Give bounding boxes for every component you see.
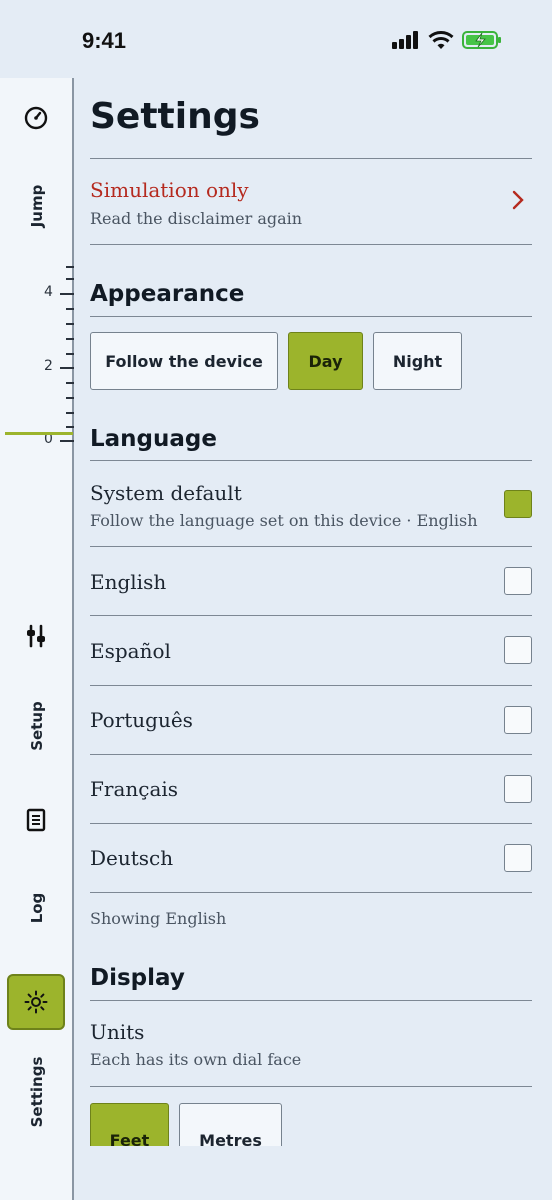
rail-item-setup[interactable] bbox=[0, 624, 72, 648]
gauge-icon bbox=[24, 106, 48, 130]
divider bbox=[90, 244, 532, 245]
language-option-label: Français bbox=[90, 777, 179, 801]
language-checkbox-francais[interactable] bbox=[504, 775, 532, 803]
rail-item-log[interactable] bbox=[0, 808, 72, 832]
altimeter-tick-label: 4 bbox=[44, 284, 53, 300]
units-subtitle: Each has its own dial face bbox=[90, 1050, 302, 1069]
sliders-icon bbox=[27, 624, 45, 648]
divider bbox=[90, 460, 532, 461]
divider bbox=[90, 546, 532, 547]
signal-icon bbox=[392, 31, 418, 49]
language-showing-note: Showing English bbox=[90, 909, 227, 928]
units-segmented-control: Feet Metres bbox=[90, 1098, 532, 1146]
side-rail: Jump 4 2 0 Setup Log Settings bbox=[0, 78, 74, 1200]
appearance-night-button[interactable]: Night bbox=[373, 332, 462, 390]
divider bbox=[90, 158, 532, 159]
altitude-indicator bbox=[5, 432, 73, 435]
divider bbox=[90, 823, 532, 824]
appearance-day-button[interactable]: Day bbox=[288, 332, 363, 390]
units-label: Units bbox=[90, 1020, 145, 1044]
divider bbox=[90, 685, 532, 686]
altimeter-tick-label: 2 bbox=[44, 358, 53, 374]
units-feet-button[interactable]: Feet bbox=[90, 1103, 169, 1146]
language-checkbox-portugues[interactable] bbox=[504, 706, 532, 734]
status-icons bbox=[392, 30, 502, 50]
battery-charging-icon bbox=[462, 31, 501, 49]
chevron-right-icon bbox=[512, 190, 524, 210]
language-option-subtitle: Follow the language set on this device ·… bbox=[90, 511, 478, 530]
display-heading: Display bbox=[90, 965, 185, 991]
language-option-label: Español bbox=[90, 639, 171, 663]
divider bbox=[90, 754, 532, 755]
wifi-icon bbox=[428, 30, 454, 49]
log-document-icon bbox=[26, 808, 46, 832]
language-option-label: Deutsch bbox=[90, 846, 174, 870]
divider bbox=[90, 1086, 532, 1087]
status-bar: 9:41 bbox=[0, 0, 552, 78]
divider bbox=[90, 316, 532, 317]
rail-label-settings[interactable]: Settings bbox=[28, 1057, 46, 1128]
appearance-heading: Appearance bbox=[90, 281, 245, 307]
language-option-label: System default bbox=[90, 481, 242, 505]
divider bbox=[90, 1000, 532, 1001]
rail-item-jump[interactable] bbox=[0, 106, 72, 130]
language-heading: Language bbox=[90, 426, 217, 452]
units-metres-button[interactable]: Metres bbox=[179, 1103, 282, 1146]
divider bbox=[90, 615, 532, 616]
language-option-label: English bbox=[90, 570, 167, 594]
page-title: Settings bbox=[90, 96, 260, 137]
disclaimer-subtitle: Read the disclaimer again bbox=[90, 209, 303, 228]
rail-label-jump[interactable]: Jump bbox=[28, 185, 46, 228]
divider bbox=[90, 892, 532, 893]
status-time: 9:41 bbox=[82, 28, 127, 53]
language-checkbox-system[interactable] bbox=[504, 490, 532, 518]
language-checkbox-espanol[interactable] bbox=[504, 636, 532, 664]
rail-label-setup[interactable]: Setup bbox=[28, 701, 46, 751]
appearance-follow-device-button[interactable]: Follow the device bbox=[90, 332, 278, 390]
sun-icon bbox=[24, 990, 48, 1014]
language-option-label: Português bbox=[90, 708, 193, 732]
disclaimer-title: Simulation only bbox=[90, 178, 249, 202]
rail-item-settings[interactable] bbox=[7, 974, 65, 1030]
language-checkbox-english[interactable] bbox=[504, 567, 532, 595]
rail-label-log[interactable]: Log bbox=[28, 893, 46, 924]
language-checkbox-deutsch[interactable] bbox=[504, 844, 532, 872]
